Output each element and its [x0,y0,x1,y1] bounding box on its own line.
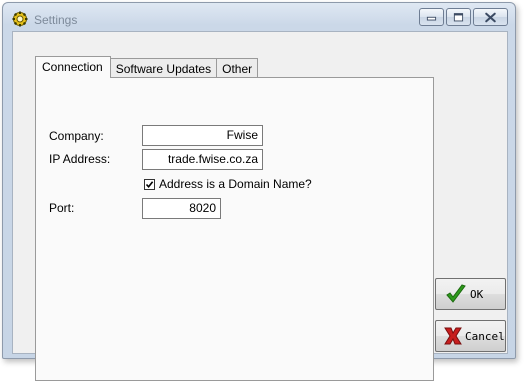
domain-name-checkbox[interactable] [144,179,155,190]
maximize-icon [453,13,464,22]
ok-label: OK [470,287,484,301]
window-controls [419,8,508,27]
minimize-button[interactable] [419,8,444,26]
port-label: Port: [49,201,75,215]
company-label: Company: [49,129,104,143]
minimize-icon [426,16,437,21]
close-button[interactable] [473,8,508,26]
domain-name-label[interactable]: Address is a Domain Name? [159,177,312,191]
maximize-button[interactable] [446,8,471,26]
tab-software-updates[interactable]: Software Updates [110,58,218,78]
ok-button[interactable]: OK [435,278,506,310]
port-input[interactable]: 8020 [142,198,221,219]
cancel-x-icon [444,327,462,345]
title-bar[interactable]: Settings [3,3,515,31]
settings-window: Settings Connection Software Updates Oth… [2,2,516,381]
window-title: Settings [34,13,78,27]
gear-icon [12,11,28,27]
cancel-button[interactable]: Cancel [435,320,506,352]
close-icon [485,12,496,23]
company-input[interactable]: Fwise [142,125,263,146]
connection-panel: Company: Fwise IP Address: trade.fwise.c… [35,77,434,381]
dialog-body: Connection Software Updates Other Compan… [12,31,508,381]
tab-strip: Connection Software Updates Other [35,56,259,78]
ip-address-input[interactable]: trade.fwise.co.za [142,149,263,170]
tab-connection[interactable]: Connection [35,56,111,78]
ip-address-label: IP Address: [49,152,111,166]
checkmark-icon [145,181,154,189]
cancel-label: Cancel [465,329,505,343]
checkmark-icon [446,284,466,303]
tab-other[interactable]: Other [217,58,259,78]
